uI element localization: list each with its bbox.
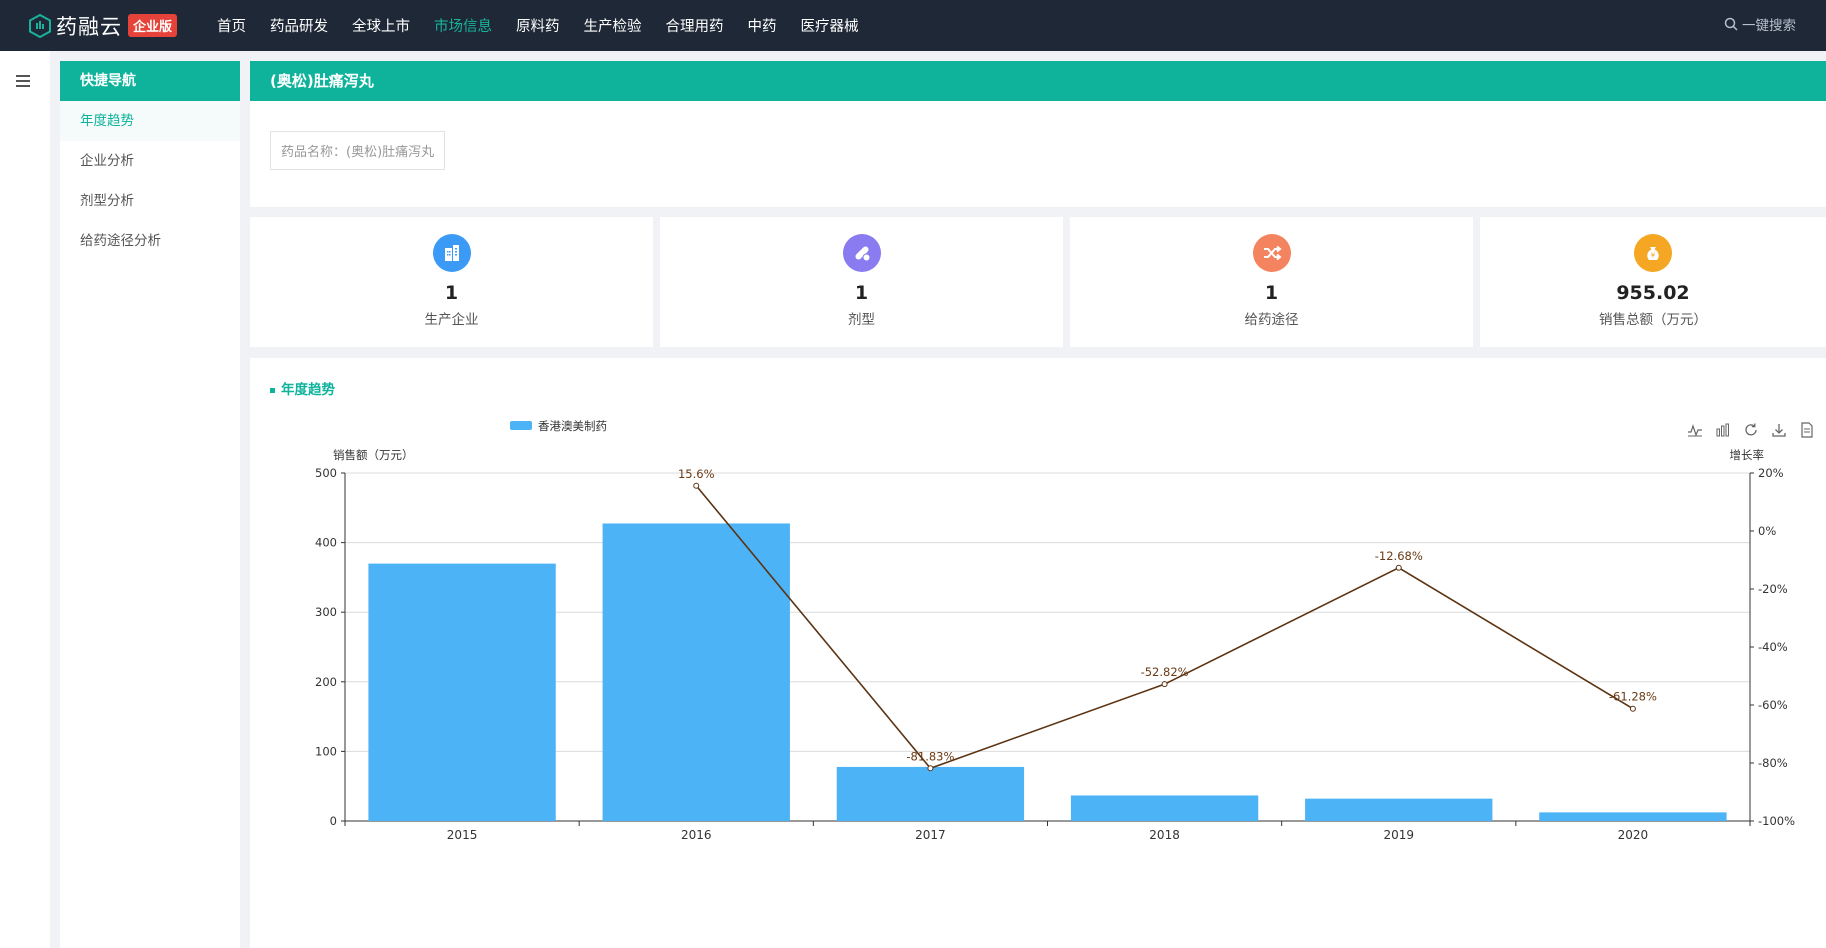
pill-icon (842, 234, 881, 272)
y2-tick-label: 20% (1758, 466, 1784, 480)
search-button[interactable]: 一键搜索 (1724, 14, 1796, 34)
y-tick-label: 400 (315, 536, 337, 550)
growth-point (1395, 564, 1402, 571)
y2-tick-label: -100% (1758, 814, 1795, 828)
drug-name-panel: 药品名称：(奥松)肚痛泻丸 (250, 101, 1826, 207)
search-label: 一键搜索 (1742, 18, 1796, 34)
nav-item[interactable]: 市场信息 (434, 15, 492, 36)
stat-value: 1 (444, 282, 459, 304)
building-icon (432, 234, 471, 272)
nav-item[interactable]: 中药 (748, 15, 777, 36)
stat-card: 1 剂型 (660, 217, 1063, 347)
y2-tick-label: -40% (1758, 640, 1788, 654)
x-tick-label: 2020 (1618, 828, 1649, 842)
x-tick-label: 2015 (447, 828, 478, 842)
legend-swatch (510, 421, 532, 430)
legend-label: 香港澳美制药 (538, 419, 607, 433)
bar (1305, 798, 1493, 821)
growth-data-label: -52.82% (1141, 665, 1189, 679)
nav-item[interactable]: 首页 (217, 15, 246, 36)
page-title: (奥松)肚痛泻丸 (250, 61, 1826, 101)
shuffle-icon (1252, 234, 1291, 272)
money-bag-icon: ¥ (1634, 234, 1672, 272)
growth-point (927, 765, 934, 772)
y-tick-label: 0 (330, 814, 337, 828)
y2-tick-label: 0% (1758, 524, 1776, 538)
logo-icon (29, 13, 51, 38)
stat-value: 955.02 (1616, 282, 1690, 304)
growth-line (695, 485, 1634, 770)
chart-panel: 年度趋势 0 100 200 300 400 500 20% 0% -20% -40% -60% -8… (250, 358, 1826, 948)
stat-value: 1 (1264, 282, 1279, 304)
x-tick-label: 2019 (1383, 828, 1414, 842)
growth-data-label: -81.83% (906, 749, 954, 763)
stat-label: 销售总额（万元） (1599, 312, 1707, 328)
quick-nav-item[interactable]: 给药途径分析 (60, 221, 240, 261)
stat-label: 生产企业 (424, 312, 479, 328)
menu-icon[interactable] (16, 75, 30, 90)
stat-label: 给药途径 (1244, 312, 1299, 328)
y-tick-label: 200 (315, 675, 337, 689)
growth-data-label: -12.68% (1375, 549, 1423, 563)
search-icon (1724, 17, 1738, 31)
bar (602, 523, 790, 821)
nav-item[interactable]: 药品研发 (270, 15, 328, 36)
svg-text:¥: ¥ (1651, 252, 1656, 260)
y-tick-label: 500 (315, 466, 337, 480)
y-tick-label: 300 (315, 605, 337, 619)
stat-value: 1 (854, 282, 869, 304)
y2-axis-title: 增长率 (1730, 448, 1765, 462)
growth-point (693, 482, 700, 489)
main-nav: 首页 药品研发 全球上市 市场信息 原料药 生产检验 合理用药 中药 医疗器械 (217, 15, 883, 36)
x-tick-label: 2016 (681, 828, 712, 842)
y2-tick-label: -80% (1758, 756, 1788, 770)
left-rail (0, 51, 50, 948)
quick-nav-item[interactable]: 企业分析 (60, 141, 240, 181)
y2-tick-label: -20% (1758, 582, 1788, 596)
nav-item[interactable]: 全球上市 (352, 15, 410, 36)
quick-nav-item[interactable]: 剂型分析 (60, 181, 240, 221)
stat-label: 剂型 (848, 312, 875, 328)
quick-nav-header: 快捷导航 (60, 61, 240, 101)
y2-tick-label: -60% (1758, 698, 1788, 712)
stat-card: 1 生产企业 (250, 217, 653, 347)
growth-point (1161, 681, 1168, 688)
nav-item[interactable]: 生产检验 (584, 15, 642, 36)
y-tick-label: 100 (315, 744, 337, 758)
quick-nav-panel: 快捷导航 年度趋势 企业分析 剂型分析 给药途径分析 (60, 61, 240, 948)
nav-item[interactable]: 医疗器械 (801, 15, 859, 36)
top-navbar: 药融云 企业版 首页 药品研发 全球上市 市场信息 原料药 生产检验 合理用药 中药 医疗器械 … (0, 0, 1826, 51)
edition-badge: 企业版 (128, 14, 178, 37)
bar (368, 563, 556, 821)
growth-data-label: -61.28% (1609, 690, 1657, 704)
nav-item[interactable]: 合理用药 (666, 15, 724, 36)
y-axis-title: 销售额（万元） (333, 448, 414, 462)
quick-nav-item[interactable]: 年度趋势 (60, 101, 240, 141)
bar (1070, 795, 1259, 821)
bar (836, 766, 1025, 821)
drug-name-field: 药品名称：(奥松)肚痛泻丸 (270, 131, 446, 170)
bar (1539, 812, 1727, 821)
logo[interactable]: 药融云 企业版 (28, 11, 203, 41)
stat-card: ¥955.02 销售总额（万元） (1480, 217, 1826, 347)
x-tick-label: 2018 (1149, 828, 1180, 842)
annual-trend-chart: 0 100 200 300 400 500 20% 0% -20% -40% -60% -80% -10… (315, 419, 1795, 842)
x-tick-label: 2017 (915, 828, 946, 842)
logo-text: 药融云 (56, 14, 122, 39)
growth-point (1629, 705, 1636, 712)
nav-item[interactable]: 原料药 (516, 15, 560, 36)
stat-card: 1 给药途径 (1070, 217, 1473, 347)
growth-data-label: 15.6% (678, 467, 715, 481)
